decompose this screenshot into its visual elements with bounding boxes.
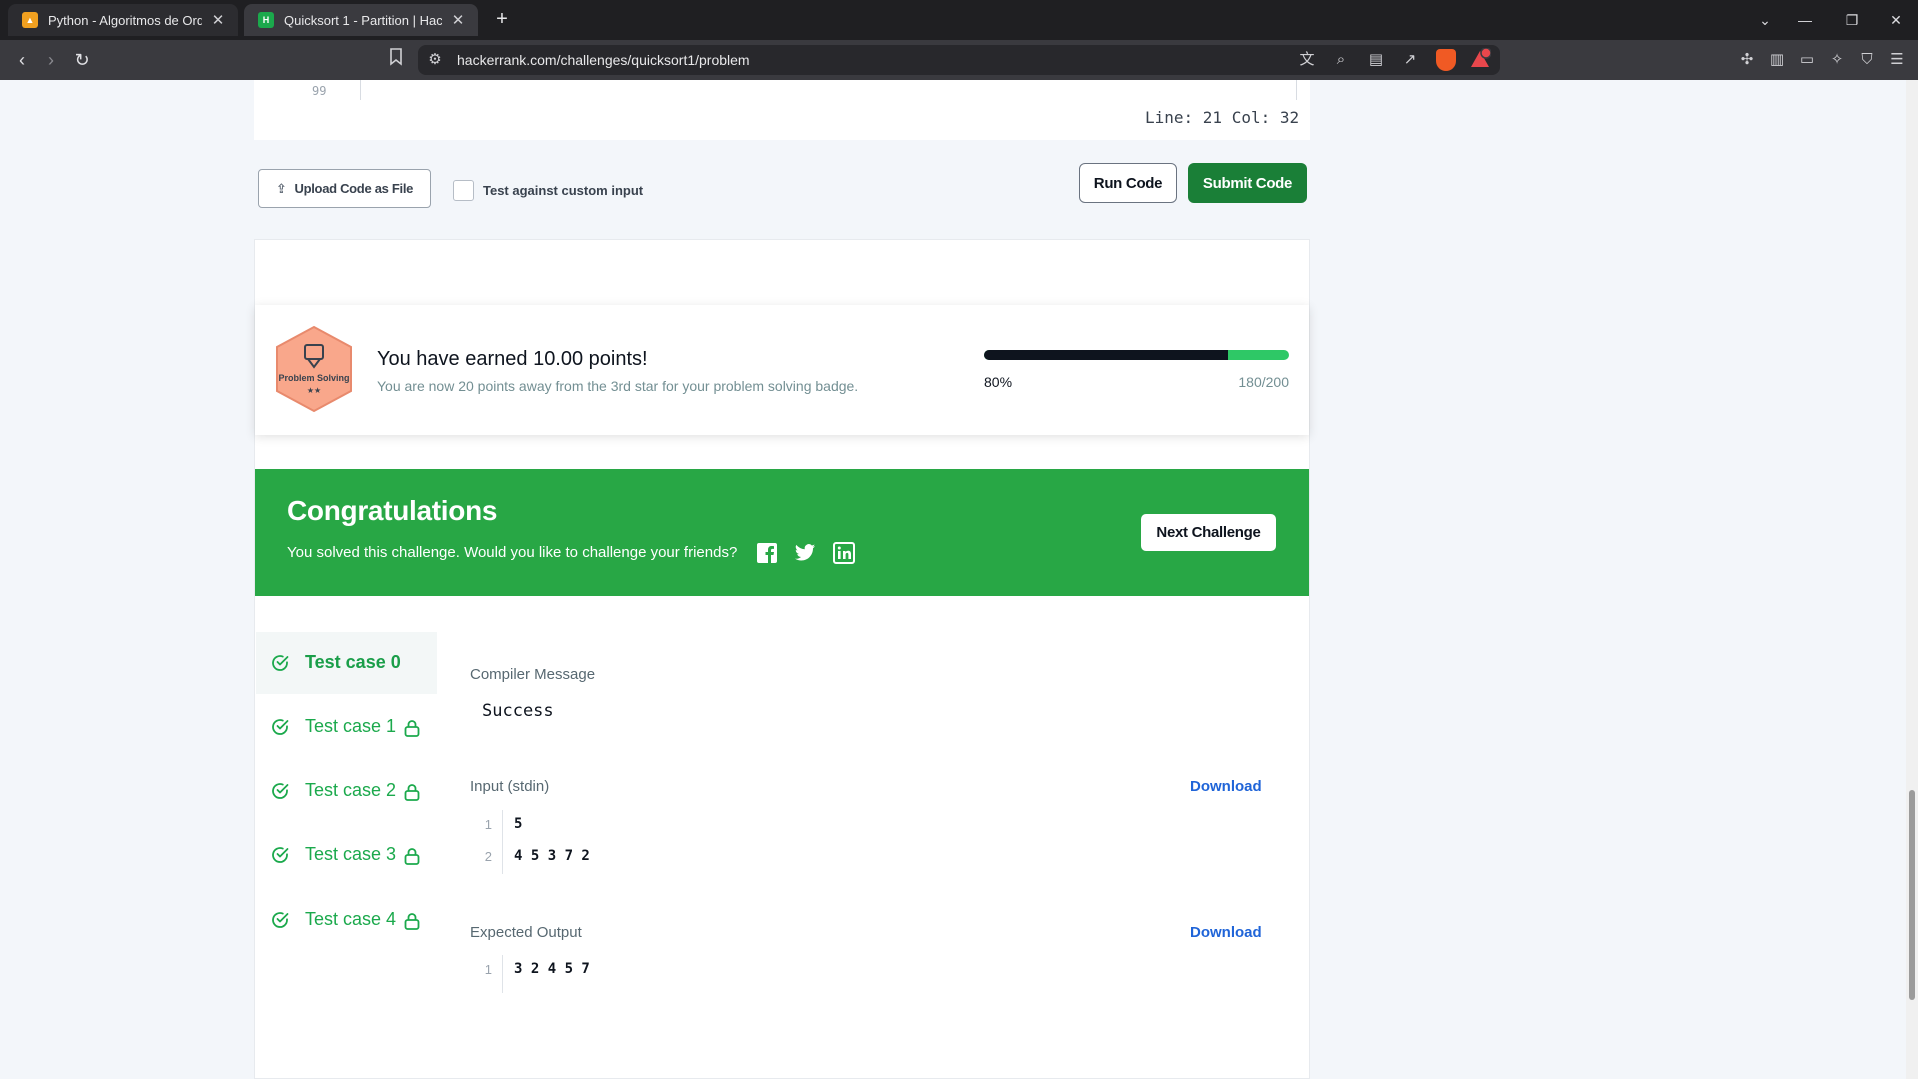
vpn-icon[interactable]: ⛉: [1856, 49, 1878, 71]
points-earned-title: You have earned 10.00 points!: [377, 348, 648, 370]
lock-icon: [404, 720, 420, 737]
wallet-icon[interactable]: ▭: [1796, 49, 1818, 71]
new-tab-button[interactable]: +: [490, 8, 514, 32]
check-circle-icon: [272, 912, 289, 928]
congratulations-message: You solved this challenge. Would you lik…: [287, 544, 738, 561]
linkedin-icon[interactable]: [833, 542, 855, 564]
site-settings-icon[interactable]: ⚙: [424, 49, 446, 71]
facebook-icon[interactable]: [756, 542, 778, 564]
reload-icon[interactable]: ↻: [70, 48, 94, 72]
test-case-label[interactable]: Test case 2: [305, 780, 396, 801]
tab-title: Python - Algoritmos de Ordena: [48, 12, 202, 28]
input-line-text: 4 5 3 7 2: [514, 848, 590, 864]
input-line-number: 2: [484, 849, 492, 864]
browser-tab-python[interactable]: ▲ Python - Algoritmos de Ordena ✕: [8, 4, 238, 36]
check-circle-icon: [272, 783, 289, 799]
next-challenge-button[interactable]: Next Challenge: [1141, 514, 1276, 551]
editor-line-number: 99: [312, 84, 327, 98]
upload-code-button[interactable]: ⇪ Upload Code as File: [258, 169, 431, 208]
menu-icon[interactable]: ☰: [1886, 49, 1908, 71]
check-circle-icon: [272, 719, 289, 735]
badge-progress-fill: [984, 350, 1228, 360]
browser-tab-hackerrank[interactable]: H Quicksort 1 - Partition | Hacker ✕: [244, 4, 478, 36]
reader-mode-icon[interactable]: ▤: [1365, 49, 1387, 71]
test-case-label[interactable]: Test case 1: [305, 716, 396, 737]
lock-icon: [404, 848, 420, 865]
download-input-link[interactable]: Download: [1190, 778, 1262, 795]
badge-stars: ★★: [307, 386, 321, 395]
points-earned-subtitle: You are now 20 points away from the 3rd …: [377, 378, 859, 394]
back-icon[interactable]: ‹: [10, 48, 34, 72]
extensions-icon[interactable]: ✣: [1736, 49, 1758, 71]
output-line-text: 3 2 4 5 7: [514, 961, 590, 977]
test-case-label[interactable]: Test case 4: [305, 909, 396, 930]
input-gutter-divider: [502, 810, 503, 874]
custom-input-checkbox[interactable]: [453, 180, 474, 201]
progress-ratio: 180/200: [1238, 374, 1289, 390]
badge-label: Problem Solving: [278, 373, 349, 383]
forward-icon[interactable]: ›: [39, 48, 63, 72]
run-code-button[interactable]: Run Code: [1079, 163, 1177, 203]
input-line-text: 5: [514, 816, 523, 832]
hackerrank-icon: H: [258, 12, 274, 28]
download-output-link[interactable]: Download: [1190, 924, 1262, 941]
lock-icon: [404, 784, 420, 801]
leo-ai-icon[interactable]: ✧: [1826, 49, 1848, 71]
restore-icon[interactable]: ❐: [1840, 8, 1864, 32]
twitter-icon[interactable]: [794, 542, 816, 564]
brave-rewards-icon[interactable]: [1469, 47, 1492, 70]
test-case-label[interactable]: Test case 0: [305, 652, 401, 673]
translate-icon[interactable]: 文: [1296, 49, 1318, 71]
tab-list-chevron-icon[interactable]: ⌄: [1753, 8, 1777, 32]
share-icon[interactable]: ↗: [1399, 49, 1421, 71]
progress-percent: 80%: [984, 374, 1013, 390]
compiler-message-value: Success: [482, 701, 554, 721]
upload-code-label: Upload Code as File: [294, 181, 414, 196]
url-text[interactable]: hackerrank.com/challenges/quicksort1/pro…: [457, 52, 750, 68]
close-icon[interactable]: ✕: [450, 11, 466, 29]
custom-input-label[interactable]: Test against custom input: [483, 183, 643, 198]
bookmark-icon[interactable]: [384, 48, 408, 72]
upload-icon: ⇪: [275, 180, 287, 196]
sidebar-icon[interactable]: ▥: [1766, 49, 1788, 71]
test-case-label[interactable]: Test case 3: [305, 844, 396, 865]
compiler-message-label: Compiler Message: [470, 666, 596, 683]
tab-title: Quicksort 1 - Partition | Hacker: [284, 12, 442, 28]
editor-gutter-divider: [360, 80, 361, 100]
output-line-number: 1: [484, 962, 492, 977]
book-icon: ▲: [22, 12, 38, 28]
close-icon[interactable]: ✕: [210, 11, 226, 29]
check-circle-icon: [272, 655, 289, 671]
minimize-icon[interactable]: —: [1793, 8, 1817, 32]
input-line-number: 1: [484, 817, 492, 832]
cursor-position-status: Line: 21 Col: 32: [1145, 108, 1300, 127]
window-close-icon[interactable]: ✕: [1884, 8, 1908, 32]
congratulations-title: Congratulations: [287, 495, 498, 526]
zoom-icon[interactable]: ⌕: [1330, 49, 1352, 71]
submit-code-button[interactable]: Submit Code: [1188, 163, 1307, 203]
output-gutter-divider: [502, 955, 503, 993]
expected-output-label: Expected Output: [470, 924, 582, 941]
brave-shield-icon[interactable]: [1436, 49, 1456, 71]
editor-edge: [1296, 80, 1297, 100]
lock-icon: [404, 913, 420, 930]
page-scrollbar-thumb[interactable]: [1909, 790, 1915, 1000]
input-stdin-label: Input (stdin): [470, 778, 550, 795]
check-circle-icon: [272, 847, 289, 863]
problem-solving-badge-icon: Problem Solving ★★: [276, 325, 352, 413]
